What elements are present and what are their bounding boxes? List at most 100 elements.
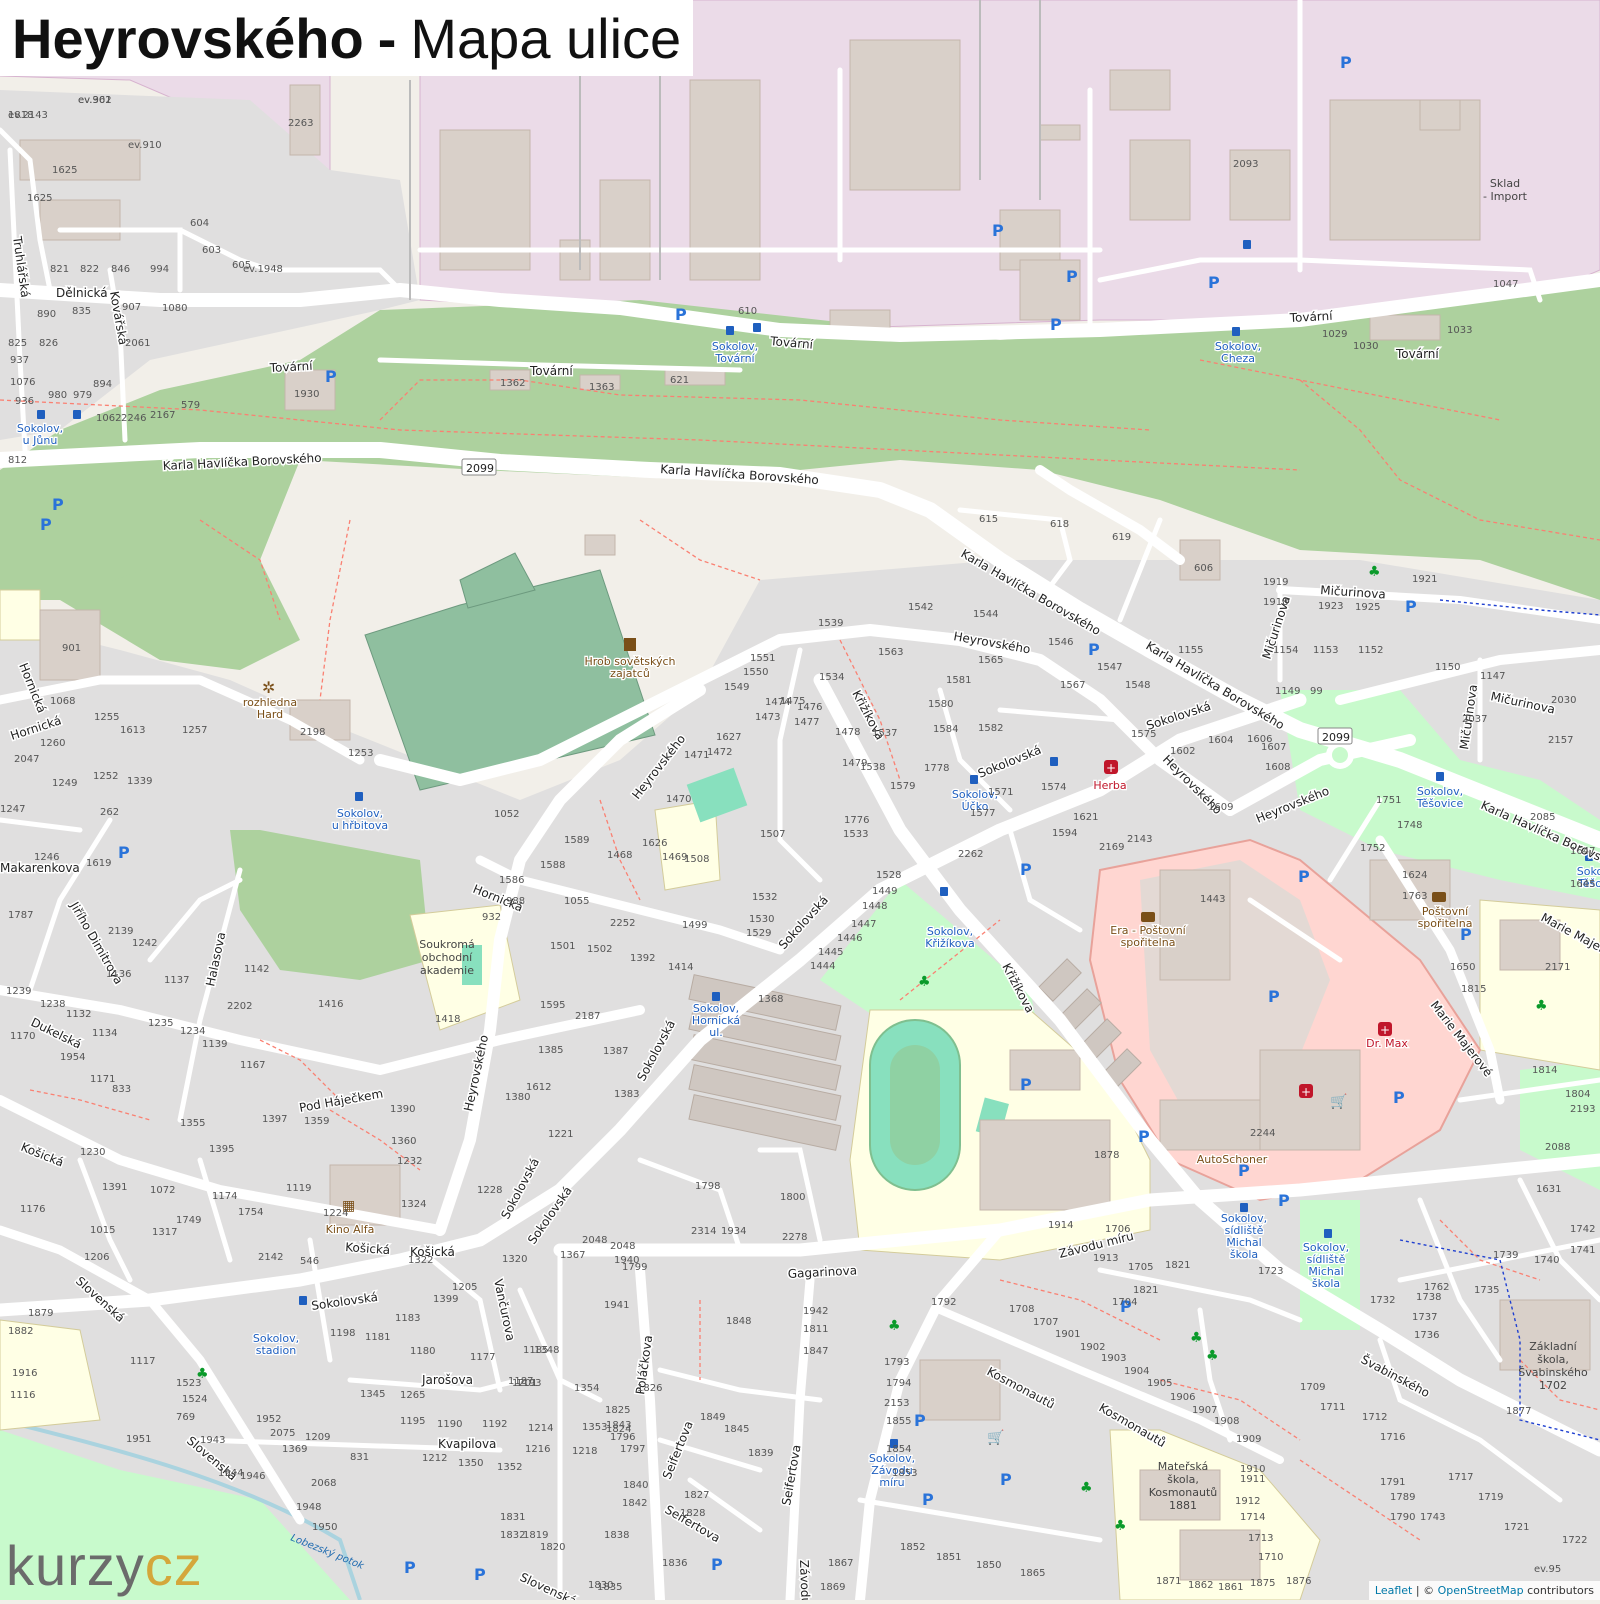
house-number: 988: [506, 896, 525, 907]
parking-icon: P: [1088, 640, 1100, 659]
svg-text:♣: ♣: [1114, 1518, 1127, 1534]
svg-text:♣: ♣: [1368, 564, 1381, 580]
svg-text:♣: ♣: [888, 1318, 901, 1334]
house-number: 1903: [1101, 1353, 1126, 1364]
house-number: 835: [72, 306, 91, 317]
house-number: 1363: [589, 382, 614, 393]
house-number: 1116: [10, 1390, 35, 1401]
house-number: 1232: [397, 1156, 422, 1167]
house-number: 1502: [587, 944, 612, 955]
house-number: 1950: [312, 1522, 337, 1533]
house-number: 1478: [835, 727, 860, 738]
house-number: 1940: [614, 1255, 639, 1266]
house-number: 1862: [1188, 1580, 1213, 1591]
house-number: 2244: [1250, 1128, 1275, 1139]
house-number: 1252: [93, 771, 118, 782]
house-number: 1943: [200, 1435, 225, 1446]
svg-text:🛒: 🛒: [1330, 1093, 1347, 1110]
house-number: 1117: [130, 1356, 155, 1367]
house-number: 1914: [1048, 1220, 1073, 1231]
house-number: 1015: [90, 1225, 115, 1236]
house-number: 1473: [755, 712, 780, 723]
house-number: 1735: [1474, 1285, 1499, 1296]
leaflet-link[interactable]: Leaflet: [1375, 1584, 1412, 1597]
osm-link[interactable]: OpenStreetMap: [1438, 1584, 1524, 1597]
house-number: 1443: [1200, 894, 1225, 905]
house-number: 1195: [400, 1416, 425, 1427]
house-number: 1918: [1263, 597, 1288, 608]
kurzy-logo[interactable]: kurzycz: [6, 1536, 203, 1596]
house-number: 1754: [238, 1207, 263, 1218]
house-number: 2048: [610, 1241, 635, 1252]
viewpoint-icon: ✲: [262, 678, 275, 697]
playground-icon: ♣: [1206, 1348, 1219, 1364]
svg-text:1702: 1702: [1539, 1379, 1567, 1392]
street-map[interactable]: P P P P P P P P P P P P P P P P P P P P …: [0, 0, 1600, 1600]
house-number: 1348: [534, 1345, 559, 1356]
house-number: 1390: [390, 1104, 415, 1115]
house-number: 1951: [126, 1434, 151, 1445]
house-number: 831: [350, 1452, 369, 1463]
house-number: 1137: [164, 975, 189, 986]
house-number: 1741: [1570, 1245, 1595, 1256]
svg-text:+: +: [1106, 761, 1116, 775]
house-number: 1577: [970, 808, 995, 819]
svg-text:Dr. Max: Dr. Max: [1366, 1037, 1408, 1050]
house-number: 1586: [499, 875, 524, 886]
parking-icon: P: [1278, 1191, 1290, 1210]
house-number: 1849: [700, 1412, 725, 1423]
house-number: 1353: [582, 1422, 607, 1433]
house-number: 1532: [752, 892, 777, 903]
house-number: 1869: [820, 1582, 845, 1593]
house-number: 1508: [684, 854, 709, 865]
house-number: 1550: [743, 667, 768, 678]
house-number: 1030: [1353, 341, 1378, 352]
house-number: 1180: [410, 1346, 435, 1357]
house-number: 2085: [1530, 812, 1555, 823]
svg-text:✲: ✲: [262, 678, 275, 697]
house-number: 1395: [209, 1144, 234, 1155]
house-number: 1470: [666, 794, 691, 805]
house-number: 1840: [623, 1480, 648, 1491]
house-number: 1820: [540, 1542, 565, 1553]
house-number: 1507: [760, 829, 785, 840]
house-number: 1345: [360, 1389, 385, 1400]
house-number: 1047: [1493, 279, 1518, 290]
pharmacy-icon: +: [1104, 760, 1118, 775]
house-number: 1595: [540, 1000, 565, 1011]
house-number: 618: [1050, 519, 1069, 530]
parking-icon: P: [1020, 1075, 1032, 1094]
parking-icon: P: [914, 1411, 926, 1430]
house-number: 1534: [819, 672, 844, 683]
house-number: 1574: [1041, 782, 1066, 793]
svg-text:♣: ♣: [1535, 998, 1548, 1014]
house-number: 1176: [20, 1204, 45, 1215]
playground-icon: ♣: [918, 974, 931, 990]
house-number: 1852: [900, 1542, 925, 1553]
house-number: 1062: [96, 413, 121, 424]
playground-icon: ♣: [1080, 1480, 1093, 1496]
bank-icon: [1141, 912, 1155, 922]
house-number: ev.910: [128, 140, 162, 151]
house-number: 1804: [1565, 1089, 1590, 1100]
house-number: 1871: [1156, 1576, 1181, 1587]
house-number: 1076: [10, 377, 35, 388]
svg-text:Křižíkova: Křižíkova: [925, 937, 975, 950]
map-attribution: Leaflet | © OpenStreetMap contributors: [1369, 1581, 1600, 1600]
house-number: 1712: [1362, 1412, 1387, 1423]
house-number: 1800: [780, 1192, 805, 1203]
street-label: Tovární: [268, 359, 313, 375]
house-number: 1905: [1147, 1378, 1172, 1389]
house-number: 1709: [1300, 1382, 1325, 1393]
bank-icon: [1432, 892, 1446, 902]
house-number: 1792: [931, 1297, 956, 1308]
parking-icon: P: [922, 1490, 934, 1509]
house-number: 1855: [886, 1416, 911, 1427]
house-number: 1068: [50, 696, 75, 707]
house-number: 1751: [1376, 795, 1401, 806]
parking-icon: P: [992, 221, 1004, 240]
svg-text:Sklad: Sklad: [1490, 177, 1520, 190]
house-number: 1854: [886, 1444, 911, 1455]
house-number: 1198: [330, 1328, 355, 1339]
house-number: 1380: [505, 1092, 530, 1103]
